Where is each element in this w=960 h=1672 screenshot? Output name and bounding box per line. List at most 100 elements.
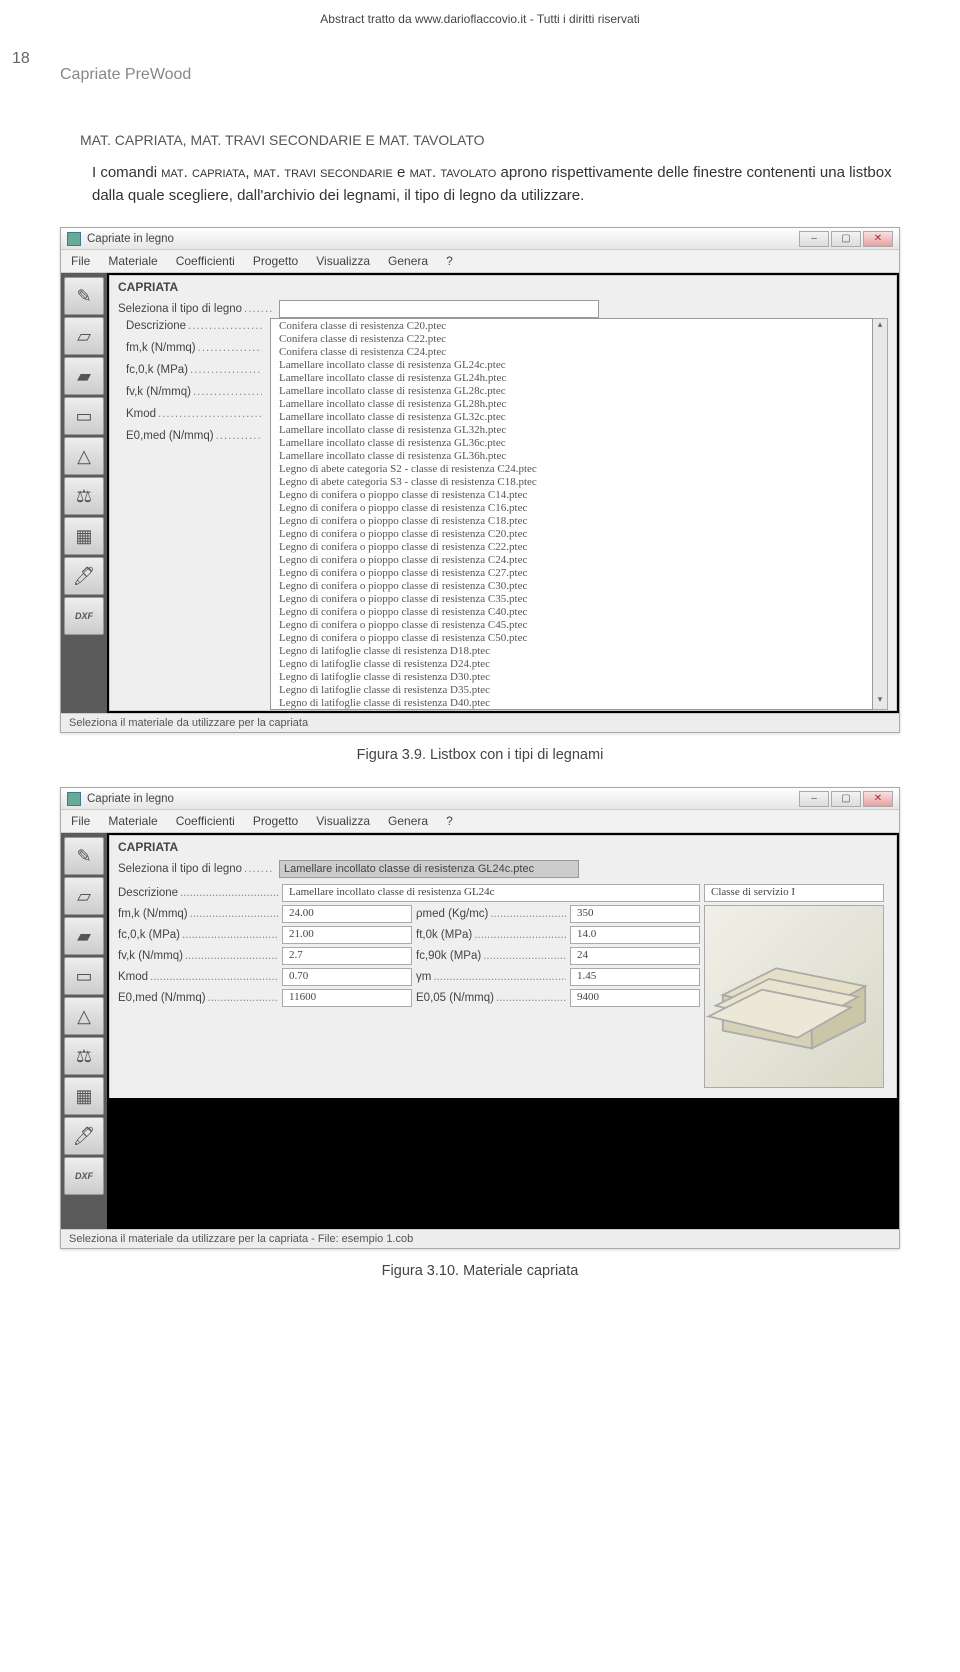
- list-item[interactable]: Legno di conifera o pioppo classe di res…: [271, 514, 872, 527]
- value-ft0k[interactable]: 14.0: [570, 926, 700, 944]
- list-item[interactable]: Lamellare incollato classe di resistenza…: [271, 384, 872, 397]
- list-item[interactable]: Legno di latifoglie classe di resistenza…: [271, 670, 872, 683]
- list-item[interactable]: Lamellare incollato classe di resistenza…: [271, 410, 872, 423]
- scrollbar-vertical[interactable]: ▴ ▾: [873, 318, 888, 710]
- tool-icon-7[interactable]: ▦: [64, 517, 104, 555]
- list-item[interactable]: Legno di conifera o pioppo classe di res…: [271, 605, 872, 618]
- figure-caption-2: Figura 3.10. Materiale capriata: [0, 1263, 960, 1279]
- tool2-icon-6[interactable]: ⚖: [64, 1037, 104, 1075]
- scroll-up-icon[interactable]: ▴: [873, 319, 887, 334]
- tool2-icon-2[interactable]: ▱: [64, 877, 104, 915]
- window-titlebar-2: Capriate in legno – ▢ ✕: [61, 788, 899, 810]
- tool-icon-8[interactable]: 🖊: [64, 557, 104, 595]
- list-item[interactable]: Lamellare incollato classe di resistenza…: [271, 423, 872, 436]
- value-kmod[interactable]: 0.70: [282, 968, 412, 986]
- list-item[interactable]: Lamellare incollato classe di resistenza…: [271, 449, 872, 462]
- menu-visualizza[interactable]: Visualizza: [316, 254, 370, 268]
- body-sc3: mat. tavolato: [410, 164, 497, 181]
- menu-coefficienti[interactable]: Coefficienti: [176, 254, 235, 268]
- list-item[interactable]: Legno di latifoglie classe di resistenza…: [271, 644, 872, 657]
- list-item[interactable]: Legno di abete categoria S3 - classe di …: [271, 475, 872, 488]
- value-class-service[interactable]: Classe di servizio I: [704, 884, 884, 902]
- list-item[interactable]: Conifera classe di resistenza C24.ptec: [271, 345, 872, 358]
- page-number: 18: [12, 50, 30, 68]
- list-item[interactable]: Legno di conifera o pioppo classe di res…: [271, 618, 872, 631]
- value-fmk[interactable]: 24.00: [282, 905, 412, 923]
- wood-listbox[interactable]: Conifera classe di resistenza C20.ptecCo…: [270, 318, 873, 710]
- panel-title-2: CAPRIATA: [110, 836, 896, 858]
- menu-file-2[interactable]: File: [71, 814, 90, 828]
- menu-genera-2[interactable]: Genera: [388, 814, 428, 828]
- value-fvk[interactable]: 2.7: [282, 947, 412, 965]
- list-item[interactable]: Legno di conifera o pioppo classe di res…: [271, 631, 872, 644]
- menubar-2: File Materiale Coefficienti Progetto Vis…: [61, 810, 899, 833]
- list-item[interactable]: Legno di conifera o pioppo classe di res…: [271, 501, 872, 514]
- tool2-icon-8[interactable]: 🖊: [64, 1117, 104, 1155]
- menu-materiale-2[interactable]: Materiale: [108, 814, 157, 828]
- list-item[interactable]: Legno di conifera o pioppo classe di res…: [271, 527, 872, 540]
- list-item[interactable]: Lamellare incollato classe di resistenza…: [271, 436, 872, 449]
- menu-help-2[interactable]: ?: [446, 814, 453, 828]
- list-item[interactable]: Lamellare incollato classe di resistenza…: [271, 358, 872, 371]
- tool2-icon-7[interactable]: ▦: [64, 1077, 104, 1115]
- wood-thumbnail: [704, 905, 884, 1088]
- tool-icon-4[interactable]: ▭: [64, 397, 104, 435]
- label-fvk-2: fv,k (N/mmq): [118, 950, 278, 962]
- menu-genera[interactable]: Genera: [388, 254, 428, 268]
- abstract-header: Abstract tratto da www.darioflaccovio.it…: [0, 0, 960, 26]
- maximize-button[interactable]: ▢: [831, 231, 861, 247]
- list-item[interactable]: Legno di conifera o pioppo classe di res…: [271, 553, 872, 566]
- tool-icon-1[interactable]: ✎: [64, 277, 104, 315]
- tool-icon-5[interactable]: △: [64, 437, 104, 475]
- wood-type-dropdown-2[interactable]: Lamellare incollato classe di resistenza…: [279, 860, 579, 878]
- list-item[interactable]: Conifera classe di resistenza C22.ptec: [271, 332, 872, 345]
- menu-progetto[interactable]: Progetto: [253, 254, 298, 268]
- list-item[interactable]: Legno di conifera o pioppo classe di res…: [271, 566, 872, 579]
- tool2-icon-4[interactable]: ▭: [64, 957, 104, 995]
- list-item[interactable]: Legno di latifoglie classe di resistenza…: [271, 657, 872, 670]
- tool2-icon-1[interactable]: ✎: [64, 837, 104, 875]
- maximize-button-2[interactable]: ▢: [831, 791, 861, 807]
- list-item[interactable]: Legno di latifoglie classe di resistenza…: [271, 696, 872, 709]
- close-button-2[interactable]: ✕: [863, 791, 893, 807]
- value-e005[interactable]: 9400: [570, 989, 700, 1007]
- screenshot-listbox: Capriate in legno – ▢ ✕ File Materiale C…: [60, 227, 900, 733]
- value-e0med[interactable]: 11600: [282, 989, 412, 1007]
- tool-icon-3[interactable]: ▰: [64, 357, 104, 395]
- list-item[interactable]: Legno di latifoglie classe di resistenza…: [271, 683, 872, 696]
- menu-file[interactable]: File: [71, 254, 90, 268]
- list-item[interactable]: Legno di conifera o pioppo classe di res…: [271, 488, 872, 501]
- list-item[interactable]: Legno di conifera o pioppo classe di res…: [271, 592, 872, 605]
- tool2-icon-5[interactable]: △: [64, 997, 104, 1035]
- tool-icon-6[interactable]: ⚖: [64, 477, 104, 515]
- value-pmed[interactable]: 350: [570, 905, 700, 923]
- menu-help[interactable]: ?: [446, 254, 453, 268]
- minimize-button[interactable]: –: [799, 231, 829, 247]
- wood-type-dropdown[interactable]: [279, 300, 599, 318]
- menu-progetto-2[interactable]: Progetto: [253, 814, 298, 828]
- app-icon: [67, 232, 81, 246]
- minimize-button-2[interactable]: –: [799, 791, 829, 807]
- list-item[interactable]: Lamellare incollato classe di resistenza…: [271, 371, 872, 384]
- list-item[interactable]: Conifera classe di resistenza C20.ptec: [271, 319, 872, 332]
- body-p3: e: [393, 164, 410, 181]
- tool-icon-dxf[interactable]: DXF: [64, 597, 104, 635]
- value-fc90k[interactable]: 24: [570, 947, 700, 965]
- scroll-down-icon[interactable]: ▾: [873, 694, 887, 709]
- list-item[interactable]: Lamellare incollato classe di resistenza…: [271, 397, 872, 410]
- body-p1: I comandi: [92, 164, 161, 181]
- list-item[interactable]: Legno di conifera o pioppo classe di res…: [271, 540, 872, 553]
- tool-icon-2[interactable]: ▱: [64, 317, 104, 355]
- toolbar-sidebar: ✎ ▱ ▰ ▭ △ ⚖ ▦ 🖊 DXF: [61, 273, 107, 713]
- value-ym[interactable]: 1.45: [570, 968, 700, 986]
- list-item[interactable]: Legno di conifera o pioppo classe di res…: [271, 579, 872, 592]
- value-descrizione[interactable]: Lamellare incollato classe di resistenza…: [282, 884, 700, 902]
- menu-materiale[interactable]: Materiale: [108, 254, 157, 268]
- menu-coefficienti-2[interactable]: Coefficienti: [176, 814, 235, 828]
- close-button[interactable]: ✕: [863, 231, 893, 247]
- menu-visualizza-2[interactable]: Visualizza: [316, 814, 370, 828]
- tool2-icon-3[interactable]: ▰: [64, 917, 104, 955]
- list-item[interactable]: Legno di abete categoria S2 - classe di …: [271, 462, 872, 475]
- tool2-icon-dxf[interactable]: DXF: [64, 1157, 104, 1195]
- value-fc0k[interactable]: 21.00: [282, 926, 412, 944]
